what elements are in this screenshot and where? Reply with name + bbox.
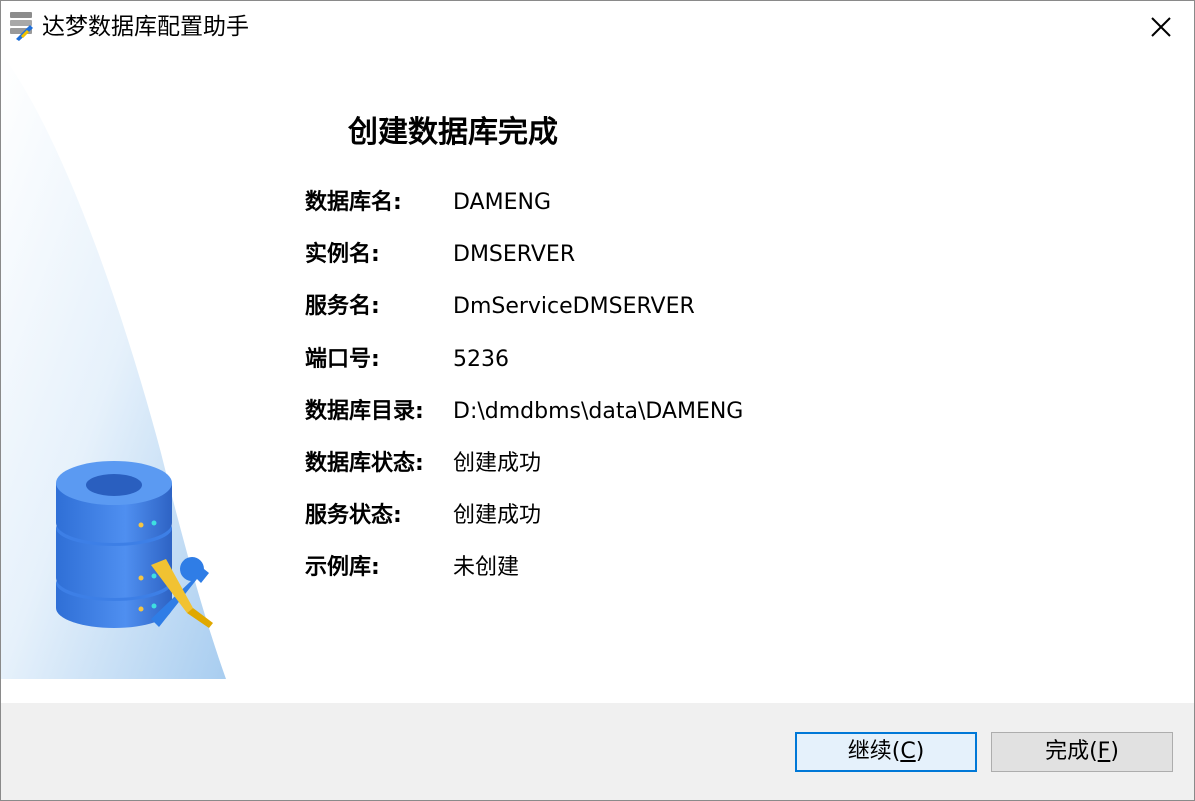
side-illustration <box>1 53 226 679</box>
info-label: 服务状态: <box>305 503 402 529</box>
info-value: 创建成功 <box>453 450 542 476</box>
info-value: 未创建 <box>453 555 520 581</box>
info-label: 数据库状态: <box>305 450 424 476</box>
close-button[interactable] <box>1128 1 1194 53</box>
info-label: 服务名: <box>305 294 380 320</box>
info-label: 实例名: <box>305 242 380 268</box>
info-value: D:\dmdbms\data\DAMENG <box>453 398 744 424</box>
info-label: 数据库目录: <box>305 398 424 424</box>
info-value: 创建成功 <box>453 503 542 529</box>
finish-access-key: F <box>1097 739 1111 764</box>
info-label: 数据库名: <box>305 190 402 215</box>
page-title: 创建数据库完成 <box>348 115 558 150</box>
finish-label-end: ) <box>1110 739 1119 764</box>
continue-button[interactable]: 继续(C) <box>795 732 977 772</box>
content-area: 创建数据库完成 数据库名: DAMENG 实例名: DMSERVER 服务名: … <box>1 53 1194 679</box>
continue-access-key: C <box>900 739 916 764</box>
info-value: DMSERVER <box>453 242 576 268</box>
title-bar[interactable]: 达梦数据库配置助手 <box>1 1 1194 53</box>
info-value: DmServiceDMSERVER <box>453 294 695 320</box>
button-bar: 继续(C) 完成(F) <box>1 703 1194 800</box>
info-value: DAMENG <box>453 190 551 215</box>
close-icon <box>1151 17 1171 37</box>
config-assistant-window: 达梦数据库配置助手 创建数据库完成 数据库名: DAMENG 实例名: DMSE… <box>0 0 1195 801</box>
info-label: 端口号: <box>305 346 380 372</box>
finish-label: 完成( <box>1045 739 1098 764</box>
continue-label-end: ) <box>915 739 925 764</box>
database-wrench-icon <box>56 461 213 628</box>
window-title: 达梦数据库配置助手 <box>42 14 249 40</box>
info-label: 示例库: <box>305 555 380 581</box>
info-value: 5236 <box>453 346 509 372</box>
database-tool-icon <box>10 12 33 41</box>
continue-label: 继续( <box>847 739 901 764</box>
finish-button[interactable]: 完成(F) <box>991 732 1173 772</box>
